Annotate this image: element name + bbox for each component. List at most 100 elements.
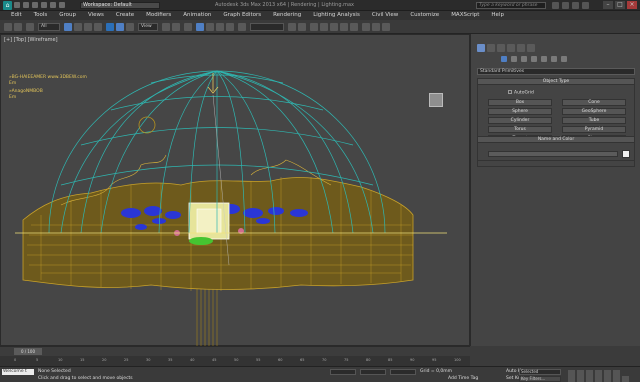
open-file-icon[interactable]: [23, 2, 29, 8]
pan-view-icon[interactable]: [604, 376, 611, 382]
select-and-scale-icon[interactable]: [126, 23, 134, 31]
render-production-icon[interactable]: [382, 23, 390, 31]
autogrid-checkbox[interactable]: AutoGrid: [508, 90, 618, 96]
object-type-rollout-header[interactable]: Object Type: [477, 78, 635, 85]
box-button[interactable]: Box: [488, 99, 552, 106]
x-coordinate-field[interactable]: [330, 369, 356, 375]
undo-tool-icon[interactable]: [4, 23, 12, 31]
z-coordinate-field[interactable]: [390, 369, 416, 375]
maximize-viewport-icon[interactable]: [622, 376, 629, 382]
systems-icon[interactable]: [561, 56, 567, 62]
object-color-swatch[interactable]: [622, 150, 630, 158]
menu-item-customize[interactable]: Customize: [404, 11, 445, 20]
select-and-move-icon[interactable]: [106, 23, 114, 31]
menu-item-views[interactable]: Views: [82, 11, 110, 20]
menu-item-lighting-analysis[interactable]: Lighting Analysis: [307, 11, 366, 20]
create-tab-icon[interactable]: [477, 44, 485, 52]
menu-item-rendering[interactable]: Rendering: [267, 11, 307, 20]
close-icon[interactable]: ×: [627, 1, 637, 9]
curve-editor-icon[interactable]: [330, 23, 338, 31]
redo-icon[interactable]: [50, 2, 56, 8]
object-name-field[interactable]: [488, 151, 618, 157]
sphere-button[interactable]: Sphere: [488, 108, 552, 115]
viewport-label[interactable]: [+] [Top] [Wireframe]: [4, 37, 58, 43]
keyboard-shortcut-icon[interactable]: [184, 23, 192, 31]
search-input[interactable]: Type a keyword or phrase: [476, 2, 546, 9]
maximize-icon[interactable]: □: [615, 1, 625, 9]
snaps-toggle-icon[interactable]: [196, 23, 204, 31]
lights-icon[interactable]: [521, 56, 527, 62]
communication-icon[interactable]: [572, 2, 579, 9]
save-file-icon[interactable]: [32, 2, 38, 8]
angle-snap-icon[interactable]: [206, 23, 214, 31]
select-object-icon[interactable]: [64, 23, 72, 31]
rendered-frame-window-icon[interactable]: [372, 23, 380, 31]
key-filters-button[interactable]: Key Filters...: [519, 376, 561, 382]
maxscript-listener[interactable]: Welcome t: [2, 369, 34, 375]
geometry-icon[interactable]: [501, 56, 507, 62]
modify-tab-icon[interactable]: [487, 44, 495, 52]
menu-item-animation[interactable]: Animation: [177, 11, 217, 20]
selection-filter-dropdown[interactable]: All: [38, 23, 60, 31]
window-crossing-icon[interactable]: [94, 23, 102, 31]
select-by-name-icon[interactable]: [74, 23, 82, 31]
key-selection-dropdown[interactable]: Selected: [519, 369, 561, 375]
name-color-rollout-header[interactable]: Name and Color: [477, 136, 635, 143]
torus-button[interactable]: Torus: [488, 126, 552, 133]
viewport-top[interactable]: [+] [Top] [Wireframe] »BG-HAIEEAMER www.…: [0, 34, 470, 347]
help-icon[interactable]: [582, 2, 589, 9]
add-time-tag[interactable]: Add Time Tag: [448, 376, 478, 381]
edit-named-selection-icon[interactable]: [238, 23, 246, 31]
menu-item-modifiers[interactable]: Modifiers: [140, 11, 177, 20]
schematic-view-icon[interactable]: [340, 23, 348, 31]
align-icon[interactable]: [298, 23, 306, 31]
menu-item-help[interactable]: Help: [485, 11, 510, 20]
cone-button[interactable]: Cone: [562, 99, 626, 106]
spinner-snap-icon[interactable]: [226, 23, 234, 31]
selection-region-icon[interactable]: [84, 23, 92, 31]
max-app-icon[interactable]: ⌂: [3, 1, 12, 10]
primitive-type-dropdown[interactable]: Standard Primitives: [477, 68, 635, 75]
display-tab-icon[interactable]: [517, 44, 525, 52]
reference-coordinate-dropdown[interactable]: View: [138, 23, 158, 31]
menu-item-tools[interactable]: Tools: [28, 11, 54, 20]
pivot-center-icon[interactable]: [162, 23, 170, 31]
track-bar[interactable]: 0 5 10 15 20 25 30 35 40 45 50 55 60 65 70 75 80 85 90 95 10…: [0, 356, 470, 366]
redo-tool-icon[interactable]: [14, 23, 22, 31]
select-manipulate-icon[interactable]: [172, 23, 180, 31]
cameras-icon[interactable]: [531, 56, 537, 62]
pyramid-button[interactable]: Pyramid: [562, 126, 626, 133]
menu-item-civil-view[interactable]: Civil View: [366, 11, 404, 20]
zoom-icon[interactable]: [568, 376, 575, 382]
subscription-icon[interactable]: [562, 2, 569, 9]
menu-item-group[interactable]: Group: [53, 11, 82, 20]
orbit-icon[interactable]: [613, 376, 620, 382]
new-file-icon[interactable]: [14, 2, 20, 8]
material-editor-icon[interactable]: [350, 23, 358, 31]
select-and-rotate-icon[interactable]: [116, 23, 124, 31]
cylinder-button[interactable]: Cylinder: [488, 117, 552, 124]
time-slider[interactable]: 0 / 100: [14, 348, 42, 355]
menu-item-create[interactable]: Create: [110, 11, 140, 20]
utilities-tab-icon[interactable]: [527, 44, 535, 52]
field-of-view-icon[interactable]: [595, 376, 602, 382]
graphite-toolbar-icon[interactable]: [320, 23, 328, 31]
zoom-all-icon[interactable]: [577, 376, 584, 382]
geosphere-button[interactable]: GeoSphere: [562, 108, 626, 115]
motion-tab-icon[interactable]: [507, 44, 515, 52]
space-warps-icon[interactable]: [551, 56, 557, 62]
zoom-extents-icon[interactable]: [586, 376, 593, 382]
menu-item-graph-editors[interactable]: Graph Editors: [217, 11, 267, 20]
viewcube-icon[interactable]: [429, 93, 443, 107]
y-coordinate-field[interactable]: [360, 369, 386, 375]
menu-item-edit[interactable]: Edit: [5, 11, 28, 20]
helpers-icon[interactable]: [541, 56, 547, 62]
undo-icon[interactable]: [41, 2, 47, 8]
workspace-dropdown[interactable]: Workspace: Default: [80, 2, 160, 9]
mirror-icon[interactable]: [288, 23, 296, 31]
menu-item-maxscript[interactable]: MAXScript: [445, 11, 485, 20]
shapes-icon[interactable]: [511, 56, 517, 62]
minimize-icon[interactable]: –: [603, 1, 613, 9]
hierarchy-tab-icon[interactable]: [497, 44, 505, 52]
named-selection-dropdown[interactable]: [250, 23, 284, 31]
